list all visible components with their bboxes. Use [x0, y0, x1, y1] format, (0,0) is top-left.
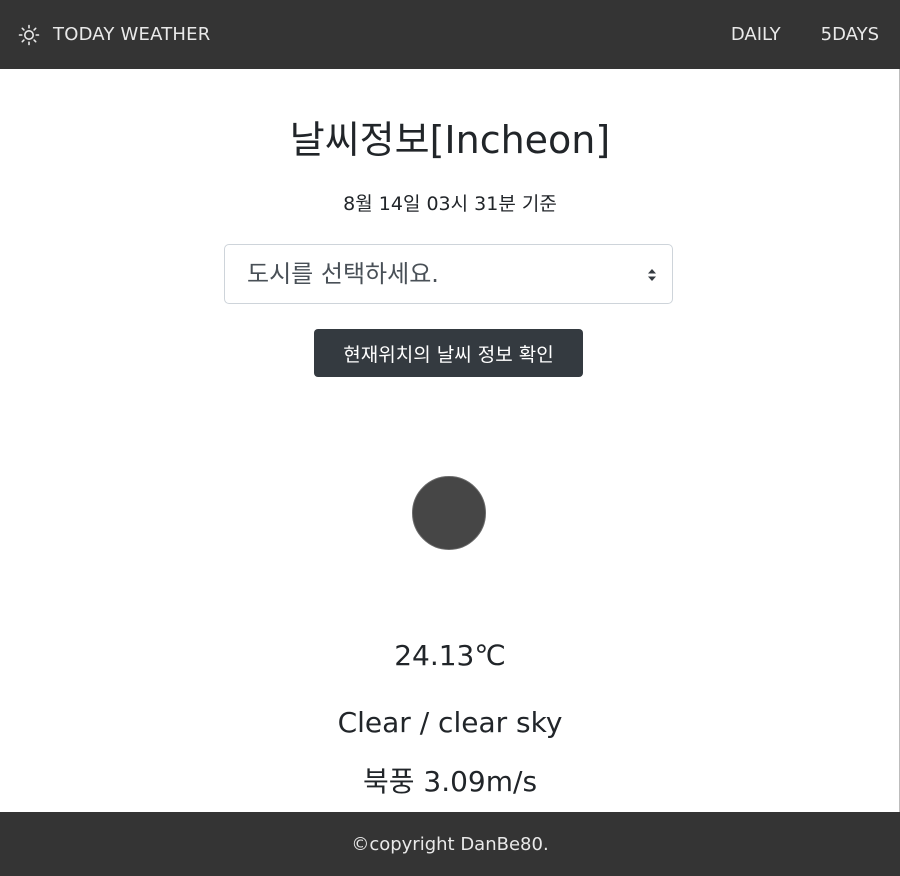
sun-icon: [18, 24, 40, 46]
copyright-text: ©copyright DanBe80.: [351, 833, 549, 855]
nav-link-5days[interactable]: 5DAYS: [821, 24, 879, 45]
city-select-value: 도시를 선택하세요.: [247, 260, 439, 288]
nav-link-daily[interactable]: DAILY: [731, 24, 781, 45]
select-caret-icon: [647, 267, 657, 281]
update-timestamp: 8월 14일 03시 31분 기준: [343, 193, 557, 215]
temperature: 24.13℃: [394, 639, 506, 672]
weather-description: Clear / clear sky: [337, 706, 563, 739]
brand-link[interactable]: TODAY WEATHER: [18, 24, 210, 46]
page-title: 날씨정보[Incheon]: [289, 118, 611, 162]
top-navbar: TODAY WEATHER DAILY 5DAYS: [0, 0, 900, 69]
nav-links: DAILY 5DAYS: [731, 24, 879, 45]
footer: ©copyright DanBe80.: [0, 812, 900, 876]
city-select[interactable]: 도시를 선택하세요.: [224, 244, 673, 304]
weather-icon: [412, 476, 486, 550]
brand-title: TODAY WEATHER: [53, 24, 211, 45]
wind-info: 북풍 3.09m/s: [362, 765, 538, 798]
current-location-weather-button[interactable]: 현재위치의 날씨 정보 확인: [314, 329, 583, 377]
